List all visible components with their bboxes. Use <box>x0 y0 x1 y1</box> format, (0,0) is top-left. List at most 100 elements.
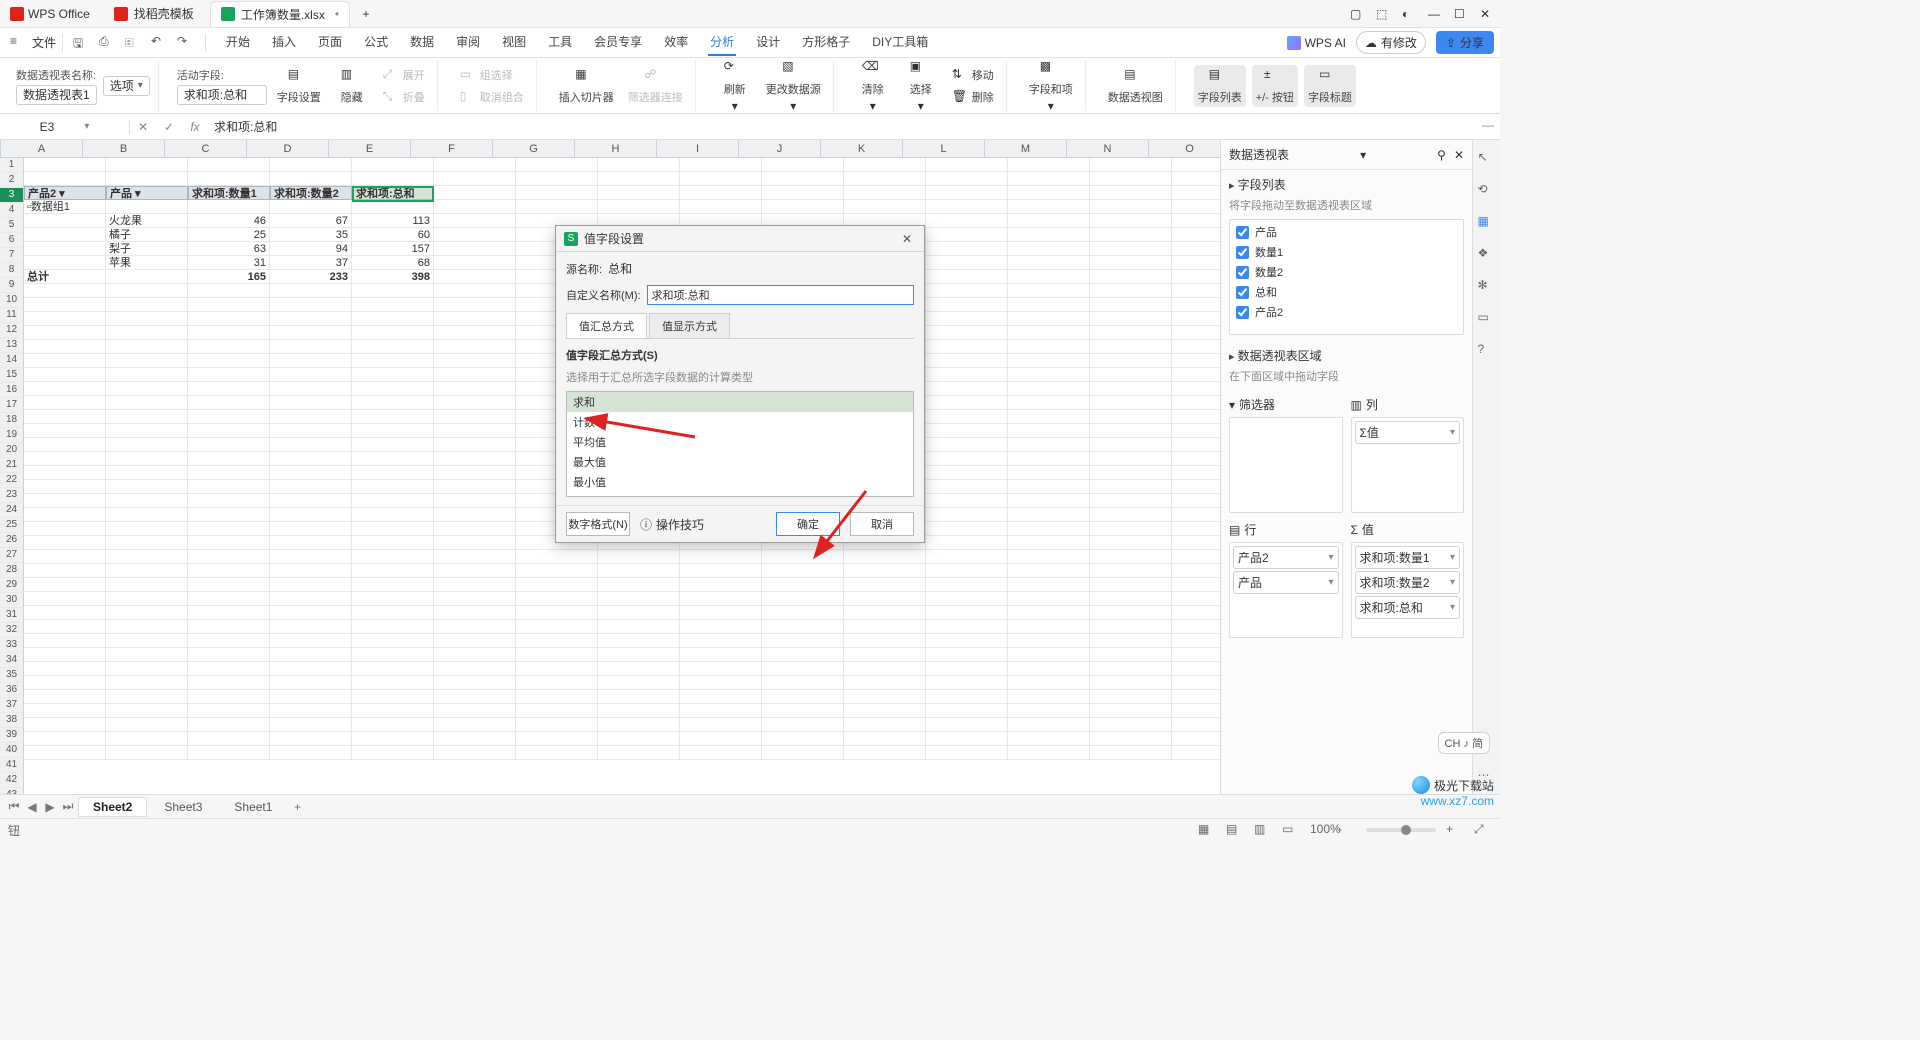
row-header[interactable]: 35 <box>0 668 24 683</box>
view-break-icon[interactable]: ▥ <box>1254 822 1272 838</box>
row-header[interactable]: 12 <box>0 323 24 338</box>
row-header[interactable]: 11 <box>0 308 24 323</box>
slicer-button[interactable]: ▦插入切片器 <box>555 65 618 107</box>
row-header[interactable]: 33 <box>0 638 24 653</box>
menu-more-icon[interactable]: ≡ <box>10 34 28 52</box>
pin-icon[interactable]: ⚲ <box>1437 148 1446 162</box>
col-header[interactable]: E <box>329 140 411 157</box>
print-icon[interactable]: ⎙ <box>99 34 117 52</box>
row-header[interactable]: 6 <box>0 233 24 248</box>
chevron-down-icon[interactable] <box>1450 427 1455 438</box>
field-checkbox[interactable] <box>1236 226 1249 239</box>
save-icon[interactable]: 🖫 <box>73 34 91 52</box>
ok-button[interactable]: 确定 <box>776 512 840 536</box>
summarize-option[interactable]: 乘积 <box>567 492 913 497</box>
field-checkbox[interactable] <box>1236 246 1249 259</box>
close-icon[interactable]: ✕ <box>1480 7 1494 21</box>
custom-name-input[interactable] <box>647 285 914 305</box>
row-header[interactable]: 30 <box>0 593 24 608</box>
field-item[interactable]: 产品2 <box>1236 304 1457 320</box>
area-pill[interactable]: 产品2 <box>1233 546 1339 569</box>
col-header[interactable]: O <box>1149 140 1220 157</box>
row-header[interactable]: 16 <box>0 383 24 398</box>
menu-tab[interactable]: 插入 <box>270 29 298 56</box>
view-page-icon[interactable]: ▤ <box>1226 822 1244 838</box>
row-header[interactable]: 2 <box>0 173 24 188</box>
row-header[interactable]: 39 <box>0 728 24 743</box>
cube-icon[interactable]: ⬚ <box>1376 7 1390 21</box>
wps-ai-button[interactable]: WPS AI <box>1287 36 1346 50</box>
area-pill[interactable]: 求和项:数量2 <box>1355 571 1461 594</box>
zoom-in-button[interactable]: + <box>1446 822 1464 838</box>
menu-tab[interactable]: 页面 <box>316 29 344 56</box>
sheet-next-icon[interactable]: ▶ <box>42 800 58 814</box>
row-header[interactable]: 24 <box>0 503 24 518</box>
row-header[interactable]: 15 <box>0 368 24 383</box>
area-pill[interactable]: Σ值 <box>1355 421 1461 444</box>
col-header[interactable]: G <box>493 140 575 157</box>
col-header[interactable]: K <box>821 140 903 157</box>
menu-tab[interactable]: 开始 <box>224 29 252 56</box>
row-header[interactable]: 38 <box>0 713 24 728</box>
col-header[interactable]: A <box>1 140 83 157</box>
active-field-input[interactable]: 求和项:总和 <box>177 85 267 105</box>
hide-button[interactable]: ▥隐藏 <box>331 65 373 107</box>
menu-tab-analysis[interactable]: 分析 <box>708 29 736 56</box>
zoom-value[interactable]: 100% <box>1310 822 1328 838</box>
row-header[interactable]: 37 <box>0 698 24 713</box>
multi-window-icon[interactable]: ▢ <box>1350 7 1364 21</box>
menu-tab[interactable]: 会员专享 <box>592 29 644 56</box>
cancel-button[interactable]: 取消 <box>850 512 914 536</box>
row-header[interactable]: 25 <box>0 518 24 533</box>
row-header[interactable]: 27 <box>0 548 24 563</box>
row-header[interactable]: 3 <box>0 188 24 203</box>
dialog-close-icon[interactable]: ✕ <box>898 232 916 246</box>
pivot-chart-button[interactable]: ▤数据透视图 <box>1104 65 1167 107</box>
select-button[interactable]: ▣选择 <box>900 57 942 115</box>
redo-icon[interactable]: ↷ <box>177 34 195 52</box>
dialog-tab-showas[interactable]: 值显示方式 <box>649 313 730 338</box>
row-header[interactable]: 8 <box>0 263 24 278</box>
close-icon[interactable]: ✕ <box>1454 148 1464 162</box>
row-header[interactable]: 4 <box>0 203 24 218</box>
area-pill[interactable]: 求和项:数量1 <box>1355 546 1461 569</box>
filter-drop[interactable] <box>1229 417 1343 513</box>
area-pill[interactable]: 求和项:总和 <box>1355 596 1461 619</box>
menu-tab[interactable]: 数据 <box>408 29 436 56</box>
field-headers-button[interactable]: ▭字段标题 <box>1304 65 1356 107</box>
menu-tab[interactable]: 设计 <box>754 29 782 56</box>
pivot-pane-icon[interactable]: ▦ <box>1478 214 1496 232</box>
maximize-icon[interactable]: ☐ <box>1454 7 1468 21</box>
row-header[interactable]: 36 <box>0 683 24 698</box>
pivot-name-input[interactable]: 数据透视表1 <box>16 85 97 105</box>
fx-icon[interactable]: fx <box>182 120 208 134</box>
area-pill[interactable]: 产品 <box>1233 571 1339 594</box>
row-header[interactable]: 18 <box>0 413 24 428</box>
cursor-icon[interactable]: ↖ <box>1478 150 1496 168</box>
summarize-option[interactable]: 计数 <box>567 412 913 432</box>
row-drop[interactable]: 产品2产品 <box>1229 542 1343 638</box>
delete-button[interactable]: 🗑删除 <box>948 87 998 107</box>
row-header[interactable]: 41 <box>0 758 24 773</box>
preview-icon[interactable]: 🗉 <box>125 34 143 52</box>
zoom-slider[interactable] <box>1366 828 1436 832</box>
share-button[interactable]: ⇪分享 <box>1436 31 1494 54</box>
field-list-button[interactable]: ▤字段列表 <box>1194 65 1246 107</box>
field-item[interactable]: 产品 <box>1236 224 1457 240</box>
menu-tab[interactable]: 工具 <box>546 29 574 56</box>
col-header[interactable]: I <box>657 140 739 157</box>
row-header[interactable]: 5 <box>0 218 24 233</box>
row-header[interactable]: 42 <box>0 773 24 788</box>
view-normal-icon[interactable]: ▦ <box>1198 822 1216 838</box>
row-header[interactable]: 34 <box>0 653 24 668</box>
row-header[interactable]: 40 <box>0 743 24 758</box>
chevron-down-icon[interactable] <box>1450 577 1455 588</box>
summarize-listbox[interactable]: 求和计数平均值最大值最小值乘积 <box>566 391 914 497</box>
formula-input[interactable]: 求和项:总和 <box>208 118 1500 135</box>
chevron-down-icon[interactable] <box>1450 602 1455 613</box>
field-items-button[interactable]: ▩字段和项 <box>1025 57 1077 115</box>
dialog-header[interactable]: S 值字段设置 ✕ <box>556 226 924 252</box>
dialog-tab-summarize[interactable]: 值汇总方式 <box>566 313 647 338</box>
screen-icon[interactable]: ▭ <box>1478 310 1496 328</box>
col-header[interactable]: F <box>411 140 493 157</box>
